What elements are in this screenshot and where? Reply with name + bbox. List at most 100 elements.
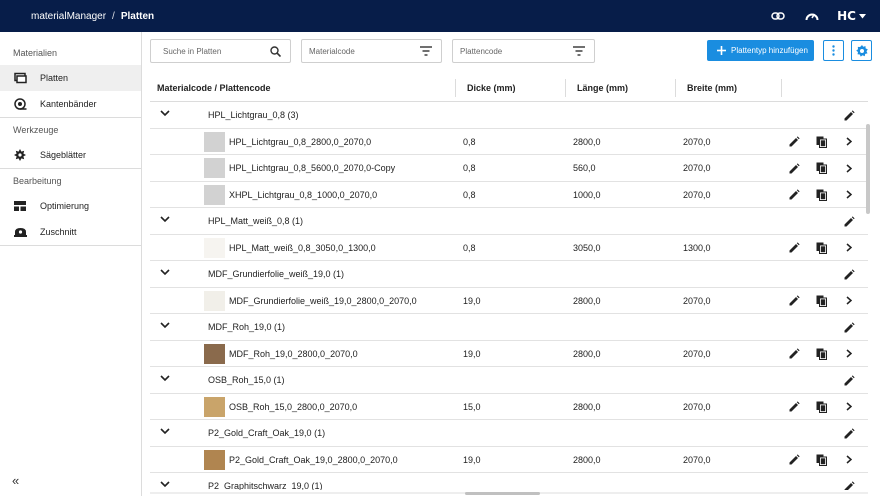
sidebar-item-kantenbaender[interactable]: Kantenbänder [0, 91, 141, 117]
material-swatch [204, 396, 225, 417]
chevron-right-icon[interactable] [842, 161, 856, 175]
column-header-code[interactable]: Materialcode / Plattencode [157, 76, 271, 102]
search-input[interactable]: Suche in Platten [150, 39, 291, 63]
edit-icon[interactable] [787, 241, 801, 255]
link-icon[interactable] [769, 7, 787, 25]
edit-icon[interactable] [787, 294, 801, 308]
more-options-button[interactable] [823, 40, 844, 61]
edit-icon[interactable] [787, 453, 801, 467]
cell-laenge: 560,0 [573, 163, 596, 173]
search-icon[interactable] [268, 44, 282, 58]
copy-icon[interactable] [814, 347, 828, 361]
add-plate-type-button[interactable]: Plattentyp hinzufügen [707, 40, 814, 61]
edit-icon[interactable] [842, 373, 856, 387]
section-bearbeitung: Bearbeitung [13, 176, 62, 186]
table-row[interactable]: XHPL_Lichtgrau_0,8_1000,0_2070,0 0,8 1000,… [150, 182, 868, 208]
copy-icon[interactable] [814, 400, 828, 414]
chevron-down-icon[interactable] [160, 109, 172, 121]
scrollbar-thumb[interactable] [465, 492, 540, 495]
chevron-right-icon[interactable] [842, 135, 856, 149]
table-row[interactable]: HPL_Matt_weiß_0,8_3050,0_1300,0 0,8 3050,0… [150, 235, 868, 261]
settings-button[interactable] [851, 40, 872, 61]
sidebar-item-label: Platten [40, 73, 69, 83]
cell-dicke: 15,0 [463, 401, 481, 412]
group-row[interactable]: HPL_Matt_weiß_0,8 (1) [150, 208, 868, 235]
group-row[interactable]: MDF_Roh_19,0 (1) [150, 314, 868, 341]
table-row[interactable]: HPL_Lichtgrau_0,8_2800,0_2070,0 0,8 2800,0… [150, 129, 868, 155]
edit-icon[interactable] [842, 267, 856, 281]
filter-icon[interactable] [572, 44, 586, 58]
cell-laenge: 1000,0 [573, 189, 601, 200]
group-row[interactable]: P2_Gold_Craft_Oak_19,0 (1) [150, 420, 868, 447]
sidebar-item-platten[interactable]: Platten [0, 65, 141, 91]
chevron-down-icon[interactable] [160, 268, 172, 280]
chevron-down-icon[interactable] [160, 374, 172, 386]
sidebar-item-zuschnitt[interactable]: Zuschnitt [0, 219, 141, 245]
table-row[interactable]: P2_Gold_Craft_Oak_19,0_2800,0_2070,0 19,0… [150, 447, 868, 473]
chevron-right-icon[interactable] [842, 347, 856, 361]
vertical-scrollbar[interactable] [866, 124, 870, 214]
sidebar-item-saegeblaetter[interactable]: Sägeblätter [0, 142, 141, 168]
cell-breite: 2070,0 [683, 295, 711, 306]
edit-icon[interactable] [787, 400, 801, 414]
sidebar-item-label: Optimierung [40, 201, 90, 211]
edit-icon[interactable] [787, 135, 801, 149]
edit-icon[interactable] [842, 108, 856, 122]
plate-code: HPL_Lichtgrau_0,8_2800,0_2070,0 [229, 136, 372, 147]
plattencode-filter[interactable]: Plattencode [452, 39, 595, 63]
company-logo[interactable]: HC [837, 9, 866, 23]
group-row[interactable]: OSB_Roh_15,0 (1) [150, 367, 868, 394]
chevron-right-icon[interactable] [842, 453, 856, 467]
column-header-breite[interactable]: Breite (mm) [687, 76, 737, 102]
sidebar-item-label: Kantenbänder [40, 99, 97, 109]
materialcode-filter[interactable]: Materialcode [301, 39, 442, 63]
copy-icon[interactable] [814, 161, 828, 175]
copy-icon[interactable] [814, 241, 828, 255]
cell-laenge: 2800,0 [573, 136, 601, 147]
copy-icon[interactable] [814, 135, 828, 149]
table-row[interactable]: MDF_Roh_19,0_2800,0_2070,0 19,0 2800,0 2070… [150, 341, 868, 367]
group-row[interactable]: MDF_Grundierfolie_weiß_19,0 (1) [150, 261, 868, 288]
chevron-right-icon[interactable] [842, 294, 856, 308]
filter-icon[interactable] [419, 44, 433, 58]
chevron-right-icon[interactable] [842, 188, 856, 202]
top-bar: materialManager / Platten HC [0, 0, 880, 32]
edit-icon[interactable] [842, 214, 856, 228]
edit-icon[interactable] [787, 188, 801, 202]
collapse-sidebar-button[interactable]: « [12, 473, 19, 488]
copy-icon[interactable] [814, 294, 828, 308]
chevron-down-icon[interactable] [160, 321, 172, 333]
cell-dicke: 0,8 [463, 136, 476, 147]
horizontal-scrollbar[interactable] [150, 491, 868, 495]
cell-breite: 2070,0 [683, 189, 711, 200]
cell-laenge: 2800,0 [573, 348, 601, 359]
group-row[interactable]: HPL_Lichtgrau_0,8 (3) [150, 102, 868, 129]
material-swatch [204, 158, 225, 178]
sidebar-item-optimierung[interactable]: Optimierung [0, 193, 141, 219]
copy-icon[interactable] [814, 188, 828, 202]
material-group-name: OSB_Roh_15,0 (1) [208, 375, 285, 385]
column-header-laenge[interactable]: Länge (mm) [577, 76, 628, 102]
copy-icon[interactable] [814, 453, 828, 467]
chevron-down-icon[interactable] [160, 480, 172, 490]
logo-text: HC [837, 9, 856, 23]
chevron-right-icon[interactable] [842, 400, 856, 414]
table-row[interactable]: MDF_Grundierfolie_weiß_19,0_2800,0_2070,… [150, 288, 868, 314]
edit-icon[interactable] [787, 347, 801, 361]
app-name[interactable]: materialManager [31, 11, 106, 22]
column-header-dicke[interactable]: Dicke (mm) [467, 76, 516, 102]
group-row[interactable]: P2_Graphitschwarz_19,0 (1) [150, 473, 868, 490]
chevron-right-icon[interactable] [842, 241, 856, 255]
table-row[interactable]: HPL_Lichtgrau_0,8_5600,0_2070,0-Copy 0,8 5… [150, 155, 868, 182]
edit-icon[interactable] [842, 426, 856, 440]
chevron-down-icon[interactable] [160, 427, 172, 439]
material-swatch [204, 237, 225, 258]
table-row[interactable]: OSB_Roh_15,0_2800,0_2070,0 15,0 2800,0 2070… [150, 394, 868, 420]
edit-icon[interactable] [842, 479, 856, 490]
edit-icon[interactable] [842, 320, 856, 334]
column-divider [455, 79, 456, 97]
chevron-down-icon[interactable] [160, 215, 172, 227]
cell-breite: 2070,0 [683, 401, 711, 412]
edit-icon[interactable] [787, 161, 801, 175]
speedometer-icon[interactable] [803, 7, 821, 25]
